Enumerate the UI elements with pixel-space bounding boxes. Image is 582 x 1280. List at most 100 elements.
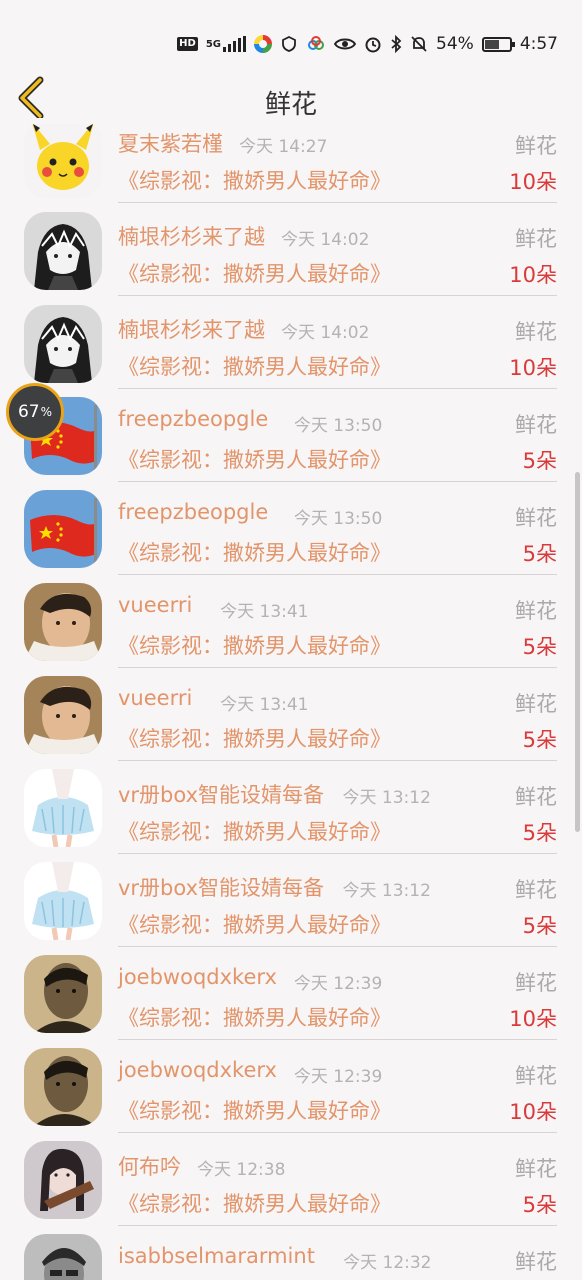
book-title-link[interactable]: 《综影视：撒娇男人最好命》	[118, 816, 391, 846]
gift-record-row[interactable]: isabbselmararmint 今天 12:32 鲜花	[0, 1234, 582, 1280]
book-title-link[interactable]: 《综影视：撒娇男人最好命》	[118, 1002, 391, 1032]
eye-icon	[334, 38, 357, 50]
row-divider	[118, 1039, 557, 1040]
book-title-link[interactable]: 《综影视：撒娇男人最好命》	[118, 351, 391, 381]
user-name[interactable]: vr册box智能设婧每备	[118, 872, 324, 902]
row-divider	[118, 202, 557, 203]
badge-value: 67	[17, 402, 40, 422]
book-title-link[interactable]: 《综影视：撒娇男人最好命》	[118, 723, 391, 753]
row-divider	[118, 574, 557, 575]
user-avatar[interactable]	[24, 862, 102, 940]
gift-record-row[interactable]: 楠垠杉杉来了越 今天 14:02 鲜花 《综影视：撒娇男人最好命》 10朵	[0, 212, 582, 314]
user-name[interactable]: 夏末紫若槿	[118, 128, 223, 158]
row-divider	[118, 481, 557, 482]
gift-record-row[interactable]: 何布吟 今天 12:38 鲜花 《综影视：撒娇男人最好命》 5朵	[0, 1141, 582, 1244]
hd-icon: HD	[177, 37, 198, 51]
book-title-link[interactable]: 《综影视：撒娇男人最好命》	[118, 909, 391, 939]
user-name[interactable]: 楠垠杉杉来了越	[118, 314, 265, 344]
sepia-man-avatar	[24, 1048, 102, 1126]
floating-progress-badge[interactable]: 67%	[6, 383, 64, 441]
gift-record-row[interactable]: vr册box智能设婧每备 今天 13:12 鲜花 《综影视：撒娇男人最好命》 5朵	[0, 769, 582, 872]
gift-amount: 10朵	[509, 356, 557, 380]
gift-type-label: 鲜花	[515, 1157, 557, 1181]
scrollbar[interactable]	[575, 472, 580, 832]
user-avatar[interactable]	[24, 676, 102, 754]
user-avatar[interactable]	[24, 583, 102, 661]
gift-type-label: 鲜花	[515, 878, 557, 902]
row-divider	[118, 1225, 557, 1226]
user-avatar[interactable]	[24, 212, 102, 290]
gift-record-row[interactable]: joebwoqdxkerx 今天 12:39 鲜花 《综影视：撒娇男人最好命》 10朵	[0, 955, 582, 1058]
book-title-link[interactable]: 《综影视：撒娇男人最好命》	[118, 1095, 391, 1125]
user-name[interactable]: vr册box智能设婧每备	[118, 779, 324, 809]
book-title-link[interactable]: 《综影视：撒娇男人最好命》	[118, 165, 391, 195]
gift-amount: 5朵	[522, 635, 557, 659]
battery-icon	[481, 36, 515, 52]
user-name[interactable]: vueerri	[118, 593, 192, 617]
gift-amount: 10朵	[509, 263, 557, 287]
user-avatar[interactable]	[24, 955, 102, 1033]
user-avatar[interactable]	[24, 124, 102, 198]
security-icon	[282, 35, 296, 52]
gift-type-label: 鲜花	[515, 320, 557, 344]
book-title-link[interactable]: 《综影视：撒娇男人最好命》	[118, 444, 391, 474]
row-divider	[118, 853, 557, 854]
row-divider	[118, 295, 557, 296]
gift-record-row[interactable]: vueerri 今天 13:41 鲜花 《综影视：撒娇男人最好命》 5朵	[0, 676, 582, 779]
page-title: 鲜花	[264, 90, 317, 120]
user-avatar[interactable]	[24, 490, 102, 568]
user-name[interactable]: joebwoqdxkerx	[118, 965, 277, 989]
gift-time: 今天 12:32	[343, 1253, 432, 1273]
user-avatar[interactable]	[24, 1141, 102, 1219]
gift-record-row[interactable]: 夏末紫若槿 今天 14:27 鲜花 《综影视：撒娇男人最好命》 10朵	[0, 124, 582, 221]
user-name[interactable]: joebwoqdxkerx	[118, 1058, 277, 1082]
gift-time: 今天 13:41	[220, 602, 309, 622]
user-avatar[interactable]	[24, 1048, 102, 1126]
book-title-link[interactable]: 《综影视：撒娇男人最好命》	[118, 1188, 391, 1218]
gift-amount: 10朵	[509, 170, 557, 194]
gift-time: 今天 14:02	[281, 323, 370, 343]
user-name[interactable]: freepzbeopgle	[118, 500, 268, 524]
sepia-man-avatar	[24, 955, 102, 1033]
network-label: 5G	[205, 38, 222, 50]
navigation-header: 鲜花	[0, 70, 582, 124]
status-bar: HD 5G 54% 4:57	[0, 0, 582, 70]
gift-type-label: 鲜花	[515, 692, 557, 716]
user-avatar[interactable]	[24, 769, 102, 847]
gift-record-row[interactable]: freepzbeopgle 今天 13:50 鲜花 《综影视：撒娇男人最好命》 5朵	[0, 490, 582, 593]
user-avatar[interactable]	[24, 1234, 102, 1280]
book-title-link[interactable]: 《综影视：撒娇男人最好命》	[118, 630, 391, 660]
gift-amount: 5朵	[522, 1193, 557, 1217]
gift-type-label: 鲜花	[515, 971, 557, 995]
bw-man-avatar	[24, 1234, 102, 1280]
mute-bell-icon	[411, 36, 427, 52]
user-name[interactable]: isabbselmararmint	[118, 1244, 315, 1268]
bluetooth-icon	[391, 35, 402, 53]
gift-record-row[interactable]: vueerri 今天 13:41 鲜花 《综影视：撒娇男人最好命》 5朵	[0, 583, 582, 686]
book-title-link[interactable]: 《综影视：撒娇男人最好命》	[118, 258, 391, 288]
gift-type-label: 鲜花	[515, 227, 557, 251]
gift-record-row[interactable]: vr册box智能设婧每备 今天 13:12 鲜花《综影视：撒娇男人最好命》 5朵	[0, 862, 582, 965]
pikachu-avatar	[24, 124, 102, 198]
badge-unit: %	[40, 405, 53, 419]
gift-amount: 5朵	[522, 821, 557, 845]
book-title-link[interactable]: 《综影视：撒娇男人最好命》	[118, 537, 391, 567]
user-name[interactable]: 楠垠杉杉来了越	[118, 221, 265, 251]
gift-record-row[interactable]: freepzbeopgle 今天 13:50 鲜花 《综影视：撒娇男人最好命》 5朵	[0, 397, 582, 500]
user-name[interactable]: vueerri	[118, 686, 192, 710]
cloud-icon	[308, 36, 325, 50]
user-name[interactable]: 何布吟	[118, 1151, 181, 1181]
gift-time: 今天 13:12	[342, 881, 431, 901]
user-avatar[interactable]	[24, 305, 102, 383]
gift-amount: 5朵	[522, 728, 557, 752]
row-divider	[118, 1132, 557, 1133]
row-divider	[118, 946, 557, 947]
anime-manga-avatar	[24, 212, 102, 290]
woman-violin-avatar	[24, 1141, 102, 1219]
gift-record-list[interactable]: 夏末紫若槿 今天 14:27 鲜花 《综影视：撒娇男人最好命》 10朵 楠垠杉杉来了越 今天…	[0, 124, 582, 1280]
user-name[interactable]: freepzbeopgle	[118, 407, 268, 431]
gift-type-label: 鲜花	[515, 785, 557, 809]
gift-record-row[interactable]: 楠垠杉杉来了越 今天 14:02 鲜花《综影视：撒娇男人最好命》 10朵	[0, 305, 582, 407]
gift-amount: 5朵	[522, 914, 557, 938]
gift-record-row[interactable]: joebwoqdxkerx 今天 12:39 鲜花 《综影视：撒娇男人最好命》 10朵	[0, 1048, 582, 1151]
